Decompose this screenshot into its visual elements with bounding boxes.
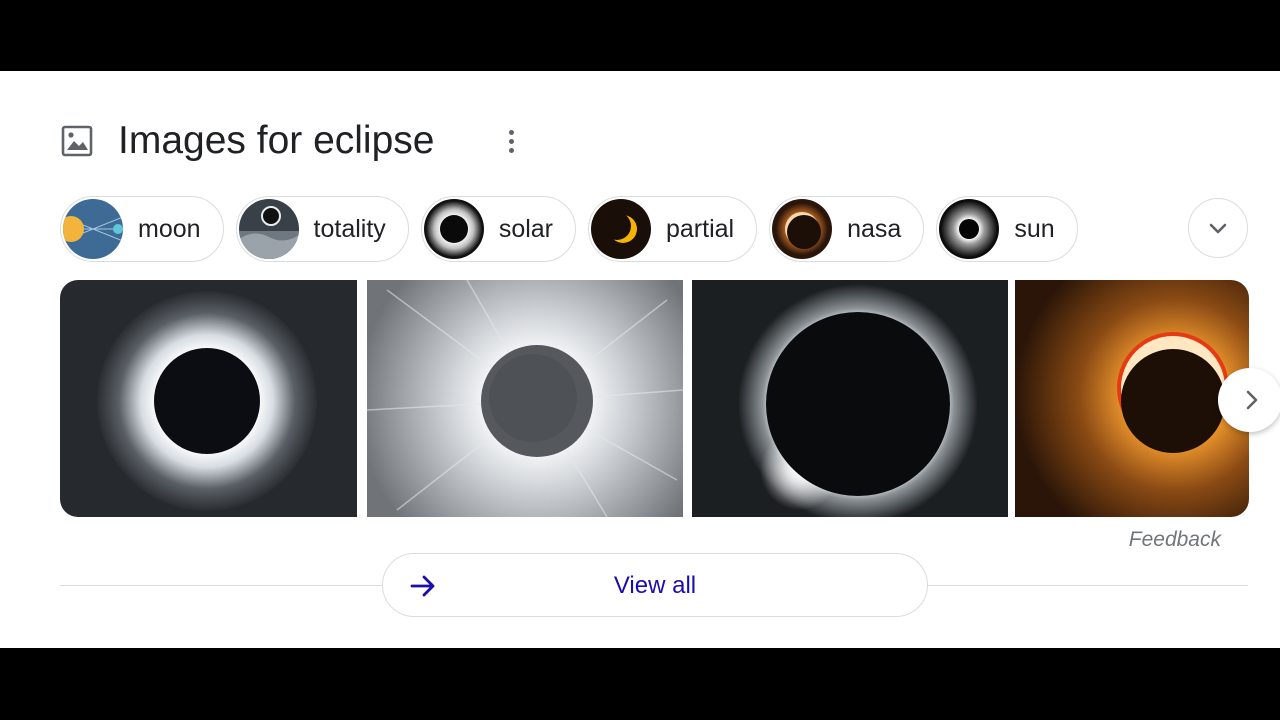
solar-thumbnail [423, 199, 484, 259]
chip-label: partial [666, 214, 735, 243]
chip-nasa[interactable]: nasa [769, 196, 925, 262]
divider-right [928, 585, 1248, 586]
chip-partial[interactable]: partial [588, 196, 758, 262]
chip-totality[interactable]: totality [235, 196, 409, 262]
sun-thumbnail [939, 199, 1000, 259]
chevron-down-icon[interactable] [1188, 198, 1248, 258]
chip-label: totality [313, 214, 386, 243]
more-options-icon[interactable] [500, 124, 522, 158]
chip-label: sun [1014, 214, 1055, 243]
refinement-chips: moon totality solar partial nasa sun [60, 196, 1078, 262]
divider-left [60, 585, 382, 586]
view-all-button[interactable]: View all [382, 553, 928, 617]
eclipse-image-3[interactable] [692, 280, 1008, 517]
section-title: Images for eclipse [118, 119, 435, 162]
images-header: Images for eclipse [60, 121, 434, 161]
chip-sun[interactable]: sun [936, 196, 1078, 262]
chip-label: moon [138, 214, 201, 243]
chip-label: solar [498, 214, 553, 243]
image-results-panel: Images for eclipse moon totality solar p… [0, 71, 1280, 648]
view-all-label: View all [613, 572, 697, 599]
chevron-right-icon[interactable] [1218, 368, 1280, 432]
nasa-thumbnail [772, 199, 833, 259]
eclipse-image-1[interactable] [60, 280, 357, 517]
moon-thumbnail [63, 199, 123, 259]
eclipse-image-4[interactable] [1015, 280, 1249, 517]
chip-solar[interactable]: solar [420, 196, 576, 262]
feedback-link[interactable]: Feedback [1129, 528, 1221, 552]
chip-moon[interactable]: moon [60, 196, 224, 262]
image-icon [61, 125, 93, 157]
eclipse-image-2[interactable] [367, 280, 683, 517]
totality-thumbnail [238, 199, 299, 259]
partial-thumbnail [591, 199, 651, 259]
chip-label: nasa [847, 214, 902, 243]
